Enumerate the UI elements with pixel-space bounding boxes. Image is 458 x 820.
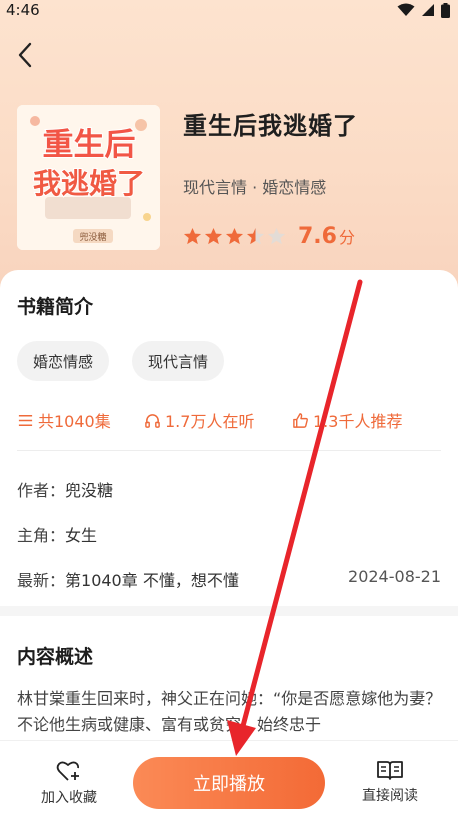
star-icon — [204, 227, 223, 245]
status-icons — [397, 2, 450, 18]
cover-title-line1: 重生后 — [43, 127, 136, 163]
half-star-icon — [246, 227, 265, 245]
signal-icon — [422, 4, 434, 16]
intro-section-title: 书籍简介 — [17, 296, 94, 318]
stats-row: 共1040集 1.7万人在听 1.3千人推荐 — [17, 408, 437, 432]
book-cover: 重生后 我逃婚了 兜没糖 — [17, 105, 160, 250]
author-row: 作者：兜没糖 — [17, 477, 441, 501]
latest-chapter: 第1040章 不懂，想不懂 — [65, 571, 239, 590]
battery-icon — [441, 2, 450, 18]
favorite-button[interactable]: 加入收藏 — [29, 759, 109, 807]
latest-chapter-row[interactable]: 最新：第1040章 不懂，想不懂 2024-08-21 — [17, 567, 441, 591]
divider — [17, 450, 441, 451]
recommend-count: 1.3千人推荐 — [313, 412, 403, 431]
thumbs-up-icon — [293, 412, 308, 428]
listeners-count: 1.7万人在听 — [165, 412, 255, 431]
status-time: 4:46 — [6, 1, 40, 19]
wifi-icon — [397, 3, 415, 16]
bottom-action-bar: 加入收藏 立即播放 直接阅读 — [0, 740, 458, 820]
cover-title-line2: 我逃婚了 — [33, 167, 145, 200]
headphones-icon — [145, 413, 160, 428]
read-label: 直接阅读 — [362, 788, 418, 804]
latest-label: 最新： — [17, 571, 66, 590]
star-icon — [183, 227, 202, 245]
list-icon — [18, 414, 33, 426]
rating-score: 7.6 分 — [298, 224, 355, 249]
recommend-stat: 1.3千人推荐 — [292, 408, 402, 432]
empty-star-icon — [267, 227, 286, 245]
section-separator — [0, 606, 458, 616]
listeners-stat: 1.7万人在听 — [144, 408, 292, 432]
rating: 7.6 分 — [183, 224, 355, 249]
book-title: 重生后我逃婚了 — [183, 112, 358, 140]
episodes-stat: 共1040集 — [17, 408, 144, 432]
author-label: 作者： — [17, 481, 66, 500]
status-bar: 4:46 — [0, 0, 458, 20]
cover-author-tag: 兜没糖 — [79, 231, 106, 243]
tag-chip[interactable]: 婚恋情感 — [17, 341, 110, 381]
favorite-label: 加入收藏 — [41, 790, 97, 806]
tag-chip[interactable]: 现代言情 — [132, 341, 225, 381]
episodes-count: 共1040集 — [38, 412, 111, 431]
summary-section-title: 内容概述 — [17, 646, 94, 668]
book-genre-tags: 现代言情 · 婚恋情感 — [183, 178, 327, 197]
rating-unit: 分 — [338, 228, 355, 247]
read-button[interactable]: 直接阅读 — [350, 759, 430, 805]
author-name[interactable]: 兜没糖 — [65, 481, 113, 500]
lead-row: 主角：女生 — [17, 522, 441, 546]
star-icon — [225, 227, 244, 245]
latest-date: 2024-08-21 — [348, 567, 441, 586]
summary-text: 林甘棠重生回来时，神父正在问她：“你是否愿意嫁他为妻？不论他生病或健康、富有或贫… — [17, 689, 442, 734]
back-button[interactable] — [10, 38, 40, 72]
lead-label: 主角： — [17, 526, 66, 545]
open-book-icon — [377, 761, 403, 780]
heart-plus-icon — [56, 761, 80, 781]
play-now-button[interactable]: 立即播放 — [133, 757, 325, 809]
back-arrow-icon — [18, 42, 32, 68]
book-cover-art: 重生后 我逃婚了 兜没糖 — [17, 105, 160, 250]
lead-value: 女生 — [65, 526, 98, 545]
